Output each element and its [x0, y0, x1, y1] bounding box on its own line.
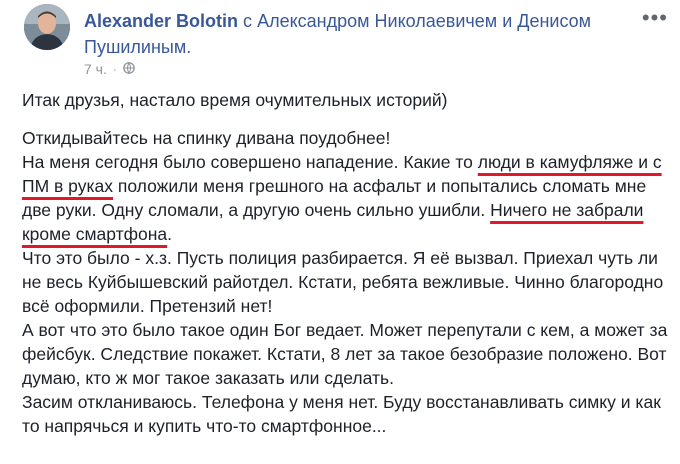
and-label: и	[502, 11, 513, 31]
post-intro: Итак друзья, настало время очумительных …	[22, 90, 448, 110]
post-paragraph-4: Засим откланиваюсь. Телефона у меня нет.…	[22, 392, 661, 436]
post-timestamp-link[interactable]: 7 ч.	[84, 61, 107, 77]
post-text: На меня сегодня было совершено нападение…	[22, 152, 478, 172]
facebook-post: Alexander Bolotin с Александром Николаев…	[0, 0, 680, 464]
post-line: Откидывайтесь на спинку дивана поудобнее…	[22, 128, 391, 148]
author-name-link[interactable]: Alexander Bolotin	[84, 11, 238, 31]
post-meta: 7 ч. ·	[84, 60, 135, 78]
post-text: .	[167, 224, 173, 244]
post-body: Итак друзья, настало время очумительных …	[22, 88, 672, 438]
avatar-photo	[24, 4, 70, 50]
post-paragraph-1: Откидывайтесь на спинку дивана поудобнее…	[22, 126, 672, 246]
meta-separator: ·	[112, 62, 117, 76]
post-paragraph-3: А вот что это было такое один Бог ведает…	[22, 320, 668, 388]
post-header: Alexander Bolotin с Александром Николаев…	[84, 8, 604, 60]
with-label: с	[243, 11, 253, 31]
post-paragraph-2: Что это было - х.з. Пусть полиция разбир…	[22, 248, 664, 316]
author-avatar[interactable]	[24, 4, 70, 50]
more-options-icon[interactable]: •••	[642, 7, 668, 29]
globe-icon[interactable]	[123, 61, 135, 77]
tagged-person-1-link[interactable]: Александром Николаевичем	[257, 11, 497, 31]
